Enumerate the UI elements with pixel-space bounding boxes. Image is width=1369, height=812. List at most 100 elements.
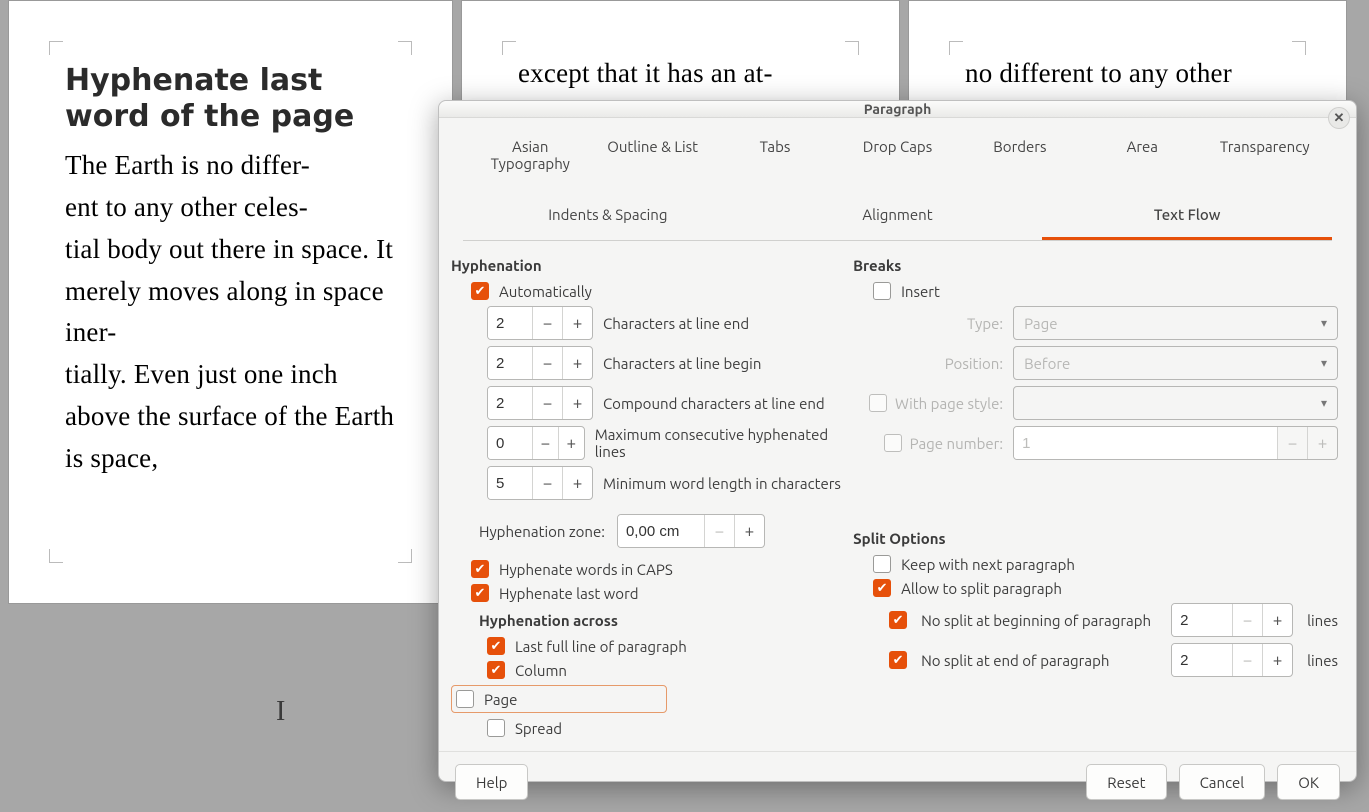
min-word-dec[interactable]: − — [532, 467, 562, 499]
no-split-begin-dec[interactable]: − — [1232, 604, 1262, 636]
zone-dec[interactable]: − — [704, 515, 734, 547]
chars-end-inc[interactable]: + — [562, 307, 592, 339]
keep-next-checkbox[interactable] — [873, 555, 891, 573]
chars-begin-inc[interactable]: + — [562, 347, 592, 379]
tab-text-flow[interactable]: Text Flow — [1042, 194, 1332, 240]
type-value: Page — [1024, 315, 1057, 332]
dialog-content: Hyphenation Automatically − + Characters… — [439, 241, 1356, 751]
section-split-options: Split Options — [853, 530, 1338, 547]
across-page-checkbox[interactable] — [456, 690, 474, 708]
across-last-line-checkbox[interactable] — [487, 637, 505, 655]
no-split-end-inc[interactable]: + — [1262, 644, 1292, 676]
dialog-titlebar[interactable]: Paragraph ✕ — [439, 101, 1356, 118]
last-word-label: Hyphenate last word — [499, 585, 639, 602]
no-split-begin-input[interactable] — [1172, 604, 1232, 636]
tab-area[interactable]: Area — [1081, 128, 1203, 182]
compound-dec[interactable]: − — [532, 387, 562, 419]
min-word-spin[interactable]: − + — [487, 466, 593, 500]
max-consec-input[interactable] — [488, 427, 532, 459]
chars-begin-label: Characters at line begin — [603, 355, 761, 372]
page-number-label: Page number: — [910, 435, 1003, 452]
last-word-checkbox[interactable] — [471, 584, 489, 602]
help-button[interactable]: Help — [455, 764, 528, 800]
caps-checkbox[interactable] — [471, 560, 489, 578]
close-icon: ✕ — [1334, 111, 1345, 126]
compound-inc[interactable]: + — [562, 387, 592, 419]
across-spread-checkbox[interactable] — [487, 719, 505, 737]
type-label: Type: — [853, 315, 1003, 332]
compound-label: Compound characters at line end — [603, 395, 825, 412]
chevron-down-icon: ▾ — [1321, 396, 1327, 410]
chars-end-dec[interactable]: − — [532, 307, 562, 339]
across-column-label: Column — [515, 662, 567, 679]
tab-tabs[interactable]: Tabs — [714, 128, 836, 182]
no-split-end-spin[interactable]: − + — [1171, 643, 1293, 677]
text-cursor-icon: I — [276, 696, 285, 728]
zone-inc[interactable]: + — [734, 515, 764, 547]
tab-drop-caps[interactable]: Drop Caps — [836, 128, 958, 182]
zone-spin[interactable]: − + — [617, 514, 765, 548]
across-page-label: Page — [484, 691, 517, 708]
allow-split-label: Allow to split paragraph — [901, 580, 1062, 597]
tab-asian-typography[interactable]: Asian Typography — [469, 128, 591, 182]
chars-end-input[interactable] — [488, 307, 532, 339]
no-split-begin-inc[interactable]: + — [1262, 604, 1292, 636]
max-consec-spin[interactable]: − + — [487, 426, 585, 460]
no-split-begin-spin[interactable]: − + — [1171, 603, 1293, 637]
compound-spin[interactable]: − + — [487, 386, 593, 420]
reset-button[interactable]: Reset — [1086, 764, 1166, 800]
page-number-dec[interactable]: − — [1277, 427, 1307, 459]
page-number-spin[interactable]: − + — [1013, 426, 1338, 460]
automatically-checkbox[interactable] — [471, 282, 489, 300]
across-spread-label: Spread — [515, 720, 562, 737]
page-number-checkbox[interactable] — [884, 434, 902, 452]
min-word-input[interactable] — [488, 467, 532, 499]
cancel-button[interactable]: Cancel — [1179, 764, 1266, 800]
caps-label: Hyphenate words in CAPS — [499, 561, 673, 578]
max-consec-inc[interactable]: + — [558, 427, 584, 459]
position-value: Before — [1024, 355, 1070, 372]
compound-input[interactable] — [488, 387, 532, 419]
page-number-input[interactable] — [1014, 427, 1277, 459]
max-consec-dec[interactable]: − — [532, 427, 558, 459]
no-split-end-input[interactable] — [1172, 644, 1232, 676]
chars-begin-spin[interactable]: − + — [487, 346, 593, 380]
tab-alignment[interactable]: Alignment — [753, 194, 1043, 240]
across-column-checkbox[interactable] — [487, 661, 505, 679]
max-consec-label: Maximum consecutive hyphenated lines — [595, 426, 841, 460]
position-label: Position: — [853, 355, 1003, 372]
zone-label: Hyphenation zone: — [479, 523, 605, 540]
section-hyphenation-across: Hyphenation across — [451, 612, 841, 629]
tab-transparency[interactable]: Transparency — [1204, 128, 1326, 182]
insert-checkbox[interactable] — [873, 282, 891, 300]
no-split-end-label: No split at end of paragraph — [921, 652, 1157, 669]
no-split-begin-label: No split at beginning of paragraph — [921, 612, 1157, 629]
min-word-inc[interactable]: + — [562, 467, 592, 499]
with-page-style-select[interactable]: ▾ — [1013, 386, 1338, 420]
automatically-label: Automatically — [499, 283, 592, 300]
section-breaks: Breaks — [853, 257, 1338, 274]
with-page-style-label: With page style: — [895, 395, 1003, 412]
close-button[interactable]: ✕ — [1328, 107, 1350, 129]
tab-indents-spacing[interactable]: Indents & Spacing — [463, 194, 753, 240]
no-split-begin-checkbox[interactable] — [889, 611, 907, 629]
chars-begin-dec[interactable]: − — [532, 347, 562, 379]
tab-outline-list[interactable]: Outline & List — [591, 128, 713, 182]
page-number-inc[interactable]: + — [1307, 427, 1337, 459]
position-select[interactable]: Before ▾ — [1013, 346, 1338, 380]
zone-input[interactable] — [618, 515, 704, 547]
keep-next-label: Keep with next paragraph — [901, 556, 1075, 573]
with-page-style-checkbox[interactable] — [869, 394, 887, 412]
insert-label: Insert — [901, 283, 940, 300]
ok-button[interactable]: OK — [1277, 764, 1340, 800]
chars-end-spin[interactable]: − + — [487, 306, 593, 340]
dialog-tabs: Asian Typography Outline & List Tabs Dro… — [439, 118, 1356, 241]
no-split-end-unit: lines — [1307, 652, 1338, 669]
tab-borders[interactable]: Borders — [959, 128, 1081, 182]
type-select[interactable]: Page ▾ — [1013, 306, 1338, 340]
no-split-end-dec[interactable]: − — [1232, 644, 1262, 676]
allow-split-checkbox[interactable] — [873, 579, 891, 597]
chars-begin-input[interactable] — [488, 347, 532, 379]
no-split-end-checkbox[interactable] — [889, 651, 907, 669]
min-word-label: Minimum word length in characters — [603, 475, 841, 492]
